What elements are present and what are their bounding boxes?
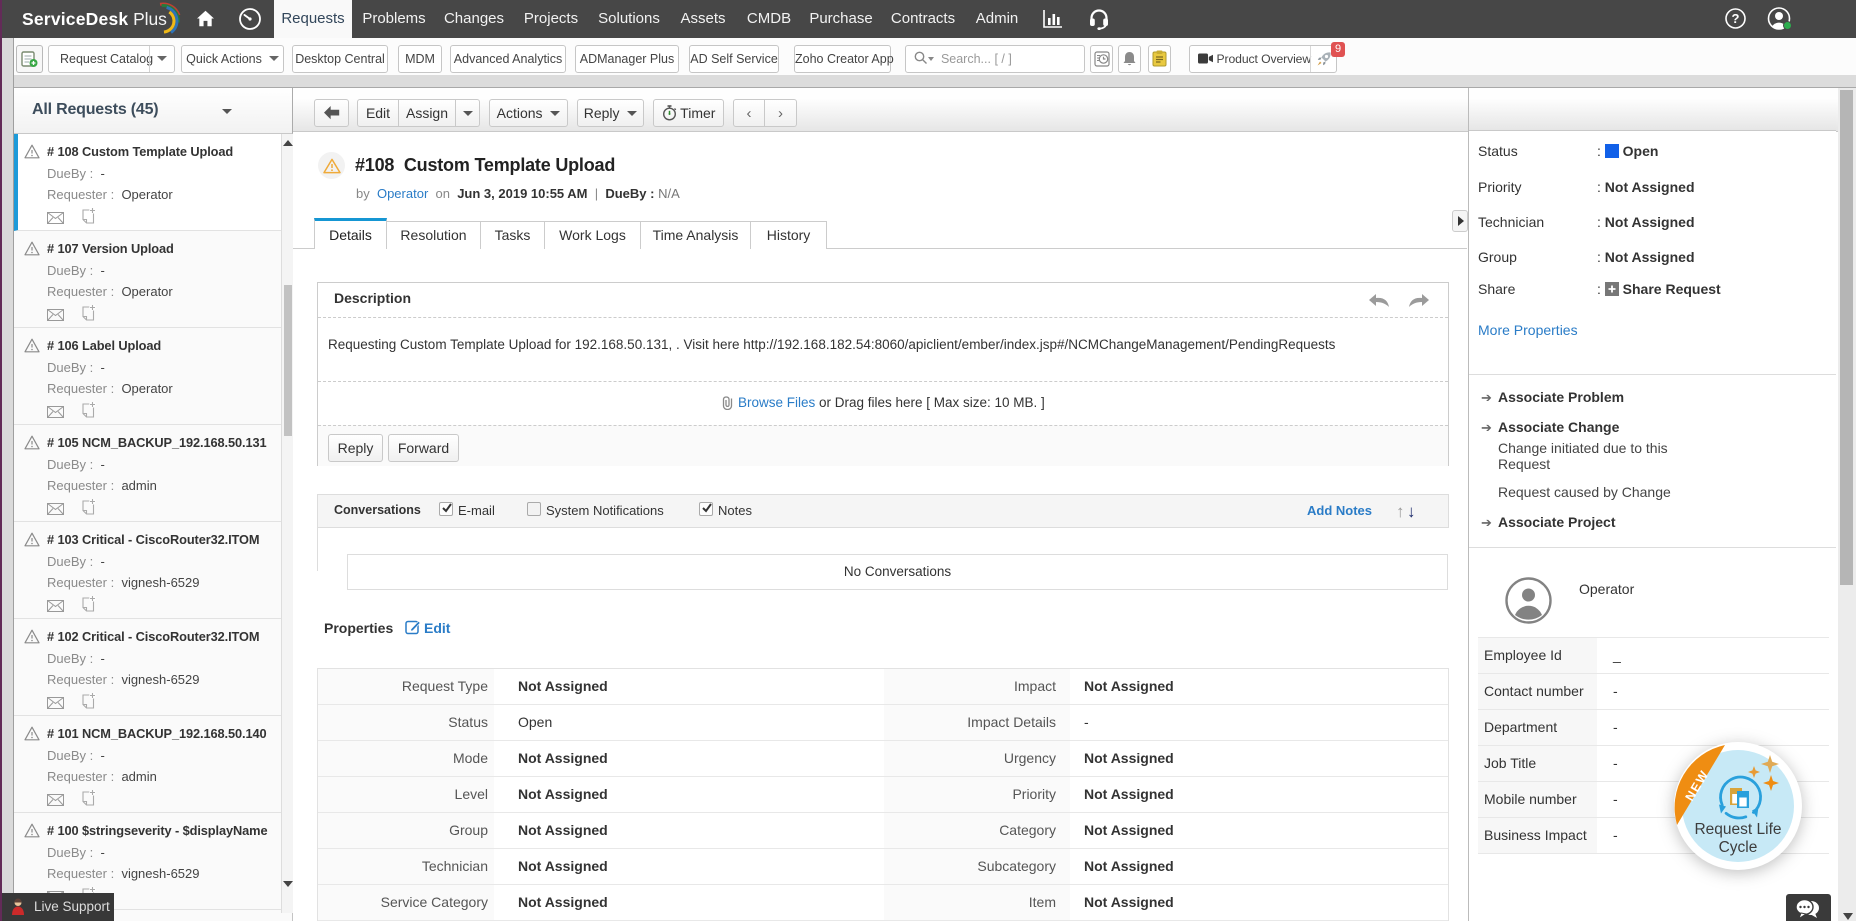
- svg-text:Request Life: Request Life: [1694, 821, 1781, 838]
- svg-text:?: ?: [1732, 11, 1740, 26]
- svg-text:Cycle: Cycle: [1719, 839, 1758, 856]
